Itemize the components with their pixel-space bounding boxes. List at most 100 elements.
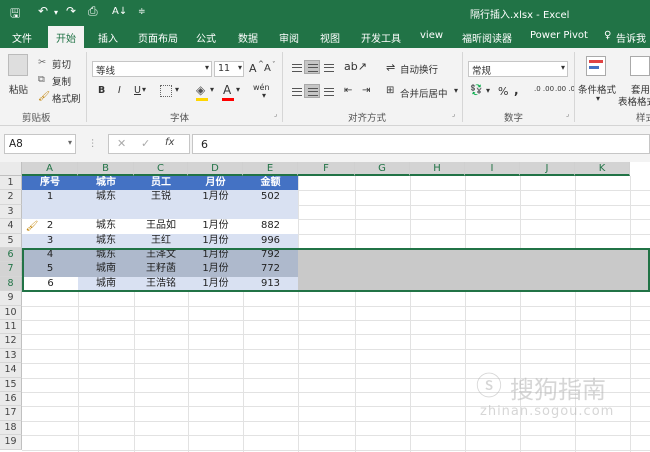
print-preview-icon[interactable]: ⎙ <box>88 4 98 19</box>
font-color-button[interactable]: A <box>223 83 231 97</box>
wrap-text-button[interactable]: 自动换行 <box>400 62 438 76</box>
sort-icon[interactable]: A↓ <box>112 6 127 17</box>
tell-me-icon[interactable]: ♀ <box>604 30 611 41</box>
fill-color-icon[interactable]: ◈ <box>196 83 205 97</box>
row-header-9[interactable]: 9 <box>0 291 22 306</box>
column-header-d[interactable]: D <box>188 162 243 176</box>
row-header-13[interactable]: 13 <box>0 348 22 364</box>
customize-qat-icon[interactable]: ≑ <box>138 7 146 17</box>
header-cell[interactable]: 月份 <box>188 176 243 190</box>
column-header-i[interactable]: I <box>465 162 520 176</box>
tab-data[interactable]: 数据 <box>238 30 258 45</box>
accounting-format-icon[interactable]: 💱 <box>470 85 482 96</box>
table-cell[interactable]: 1 <box>22 190 78 204</box>
bold-button[interactable]: B <box>98 85 105 96</box>
decrease-decimal-button[interactable]: .00 .0 <box>555 85 575 93</box>
worksheet-grid[interactable]: ABCDEFGHIJK 1 2 3 4 5 6 7 8 9 10 11 12 13 14 15 16 17 18 1… <box>0 162 650 452</box>
row-header-5[interactable]: 5 <box>0 233 22 248</box>
paste-button[interactable]: 粘贴 <box>9 82 28 96</box>
row-header-2[interactable]: 2 <box>0 190 22 205</box>
tab-developer[interactable]: 开发工具 <box>361 30 401 45</box>
header-cell[interactable]: 员工 <box>134 176 188 190</box>
table-cell[interactable]: 城东 <box>78 219 134 233</box>
table-cell[interactable]: 996 <box>243 234 298 248</box>
row-header-12[interactable]: 12 <box>0 334 22 349</box>
row-header-18[interactable]: 18 <box>0 420 22 436</box>
borders-dropdown-icon[interactable]: ▾ <box>175 85 179 94</box>
select-all-corner[interactable] <box>0 162 22 176</box>
font-dialog-launcher-icon[interactable]: ⌟ <box>274 110 277 118</box>
table-cell[interactable]: 城东 <box>78 234 134 248</box>
column-header-j[interactable]: J <box>520 162 575 176</box>
format-painter-icon[interactable]: 🖌 <box>38 91 50 102</box>
shrink-font-button[interactable]: A <box>264 63 271 74</box>
column-header-e[interactable]: E <box>243 162 298 176</box>
table-cell[interactable]: 1月份 <box>188 219 243 233</box>
row-header-11[interactable]: 11 <box>0 320 22 335</box>
column-header-k[interactable]: K <box>575 162 630 176</box>
paste-options-icon[interactable]: 🖌 <box>22 220 42 234</box>
italic-button[interactable]: I <box>118 85 121 96</box>
row-header-6[interactable]: 6 <box>0 248 22 263</box>
tab-tell-me[interactable]: 告诉我 <box>616 30 646 45</box>
comma-button[interactable]: , <box>514 83 519 97</box>
row-header-4[interactable]: 4 <box>0 219 22 234</box>
accounting-dropdown-icon[interactable]: ▾ <box>486 86 490 95</box>
increase-indent-icon[interactable]: ⇥ <box>362 85 370 96</box>
column-header-h[interactable]: H <box>410 162 465 176</box>
tab-view[interactable]: 视图 <box>320 30 340 45</box>
number-dialog-launcher-icon[interactable]: ⌟ <box>566 110 569 118</box>
name-box[interactable]: A8 ▾ <box>4 134 76 154</box>
row-header-19[interactable]: 19 <box>0 435 22 450</box>
table-cell[interactable]: 王红 <box>134 234 188 248</box>
font-name-select[interactable]: 等线 ▾ <box>92 61 212 77</box>
underline-button[interactable]: U <box>134 85 141 96</box>
underline-dropdown-icon[interactable]: ▾ <box>142 85 146 94</box>
format-as-table-button-2[interactable]: 表格格式 <box>618 94 650 108</box>
cut-icon[interactable]: ✂ <box>38 57 46 68</box>
row-header-10[interactable]: 10 <box>0 305 22 320</box>
copy-button[interactable]: 复制 <box>52 74 71 88</box>
tab-view-en[interactable]: view <box>420 30 443 41</box>
table-cell[interactable] <box>134 205 188 219</box>
format-as-table-icon[interactable] <box>630 56 650 76</box>
undo-icon[interactable]: ↶ <box>38 4 48 18</box>
cancel-icon[interactable]: ✕ <box>117 137 126 150</box>
redo-icon[interactable]: ↷ <box>66 4 76 18</box>
column-header-g[interactable]: G <box>355 162 410 176</box>
header-cell[interactable]: 城市 <box>78 176 134 190</box>
number-format-select[interactable]: 常规 ▾ <box>468 61 568 77</box>
column-header-a[interactable]: A <box>22 162 78 176</box>
header-cell[interactable]: 金额 <box>243 176 298 190</box>
format-painter-button[interactable]: 格式刷 <box>52 91 81 105</box>
tab-power-pivot[interactable]: Power Pivot <box>530 30 588 41</box>
font-color-dropdown-icon[interactable]: ▾ <box>236 85 240 94</box>
row-header-8[interactable]: 8 <box>0 276 22 292</box>
header-cell[interactable]: 序号 <box>22 176 78 190</box>
increase-decimal-button[interactable]: .0 .00 <box>534 85 554 93</box>
table-cell[interactable]: 1月份 <box>188 234 243 248</box>
row-header-16[interactable]: 16 <box>0 392 22 407</box>
copy-icon[interactable]: ⧉ <box>38 74 45 85</box>
table-cell[interactable]: 王品如 <box>134 219 188 233</box>
percent-button[interactable]: % <box>498 85 508 98</box>
undo-dropdown-icon[interactable]: ▾ <box>54 8 58 17</box>
orientation-icon[interactable]: ab↗ <box>344 60 367 73</box>
cut-button[interactable]: 剪切 <box>52 57 71 71</box>
tab-foxit[interactable]: 福昕阅读器 <box>462 30 512 45</box>
wrap-text-icon[interactable]: ⇌ <box>386 61 395 74</box>
conditional-format-icon[interactable] <box>586 56 606 76</box>
table-cell[interactable]: 1月份 <box>188 190 243 204</box>
insert-function-icon[interactable]: fx <box>165 137 174 148</box>
row-header-7[interactable]: 7 <box>0 262 22 277</box>
formula-input[interactable]: 6 <box>192 134 650 154</box>
row-header-15[interactable]: 15 <box>0 377 22 392</box>
column-header-c[interactable]: C <box>134 162 188 176</box>
conditional-dropdown-icon[interactable]: ▾ <box>596 94 600 103</box>
align-right-button[interactable] <box>320 84 336 98</box>
borders-icon[interactable] <box>160 85 172 97</box>
save-icon[interactable]: 🖫 <box>10 4 20 25</box>
tab-page-layout[interactable]: 页面布局 <box>138 30 178 45</box>
table-cell[interactable]: 502 <box>243 190 298 204</box>
grow-font-button[interactable]: A <box>249 62 257 75</box>
